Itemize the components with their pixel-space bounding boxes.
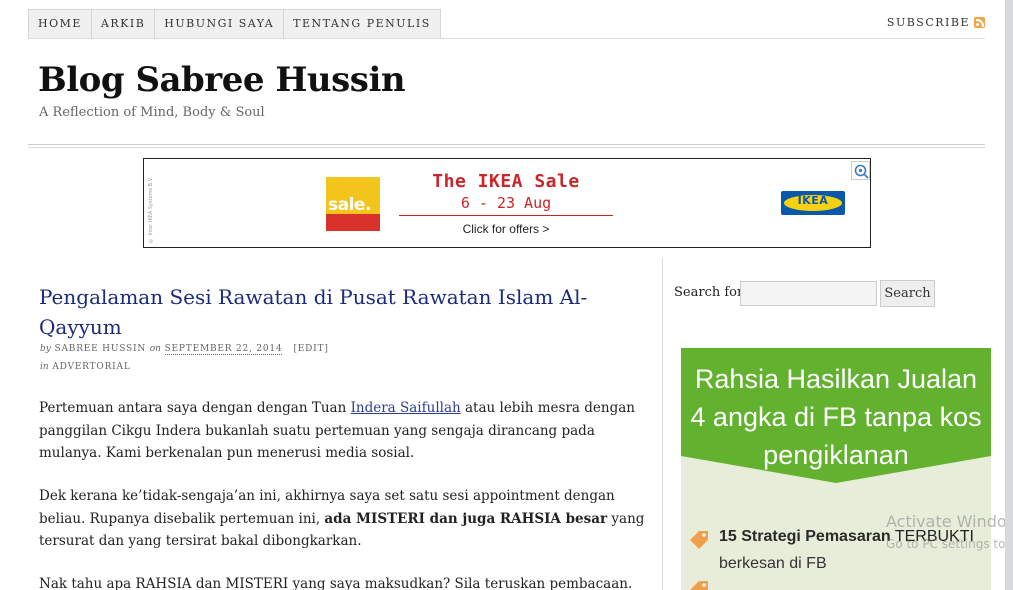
- post-paragraph-1: Pertemuan antara saya dengan dengan Tuan…: [39, 397, 649, 465]
- byline-by: by: [40, 344, 51, 354]
- p1-text-before: Pertemuan antara saya dengan dengan Tuan: [39, 400, 351, 416]
- post-category-line: in Advertorial: [40, 362, 131, 372]
- site-title[interactable]: Blog Sabree Hussin: [38, 60, 406, 100]
- page: HOME ARKIB HUBUNGI SAYA TENTANG PENULIS …: [0, 0, 1005, 590]
- windows-activation-hint: Go to PC settings to activate Windows.: [886, 537, 1005, 551]
- p2-bold-text: ada MISTERI dan juga RAHSIA besar: [324, 510, 608, 527]
- byline-in: in: [40, 362, 49, 372]
- sale-badge-stripe: [326, 214, 380, 231]
- ikea-logo-text: IKEA: [797, 194, 829, 207]
- nav-item-hubungi-saya[interactable]: HUBUNGI SAYA: [155, 10, 285, 38]
- promo-title: Rahsia Hasilkan Jualan 4 angka di FB tan…: [690, 364, 982, 470]
- price-tag-icon: [690, 531, 708, 549]
- edit-link[interactable]: [Edit]: [293, 344, 328, 354]
- nav-item-tentang-penulis[interactable]: TENTANG PENULIS: [284, 10, 440, 38]
- byline-on: on: [149, 344, 161, 354]
- post-byline: by Sabree Hussin on September 22, 2014 […: [40, 344, 329, 355]
- indera-saifullah-link[interactable]: Indera Saifullah: [351, 400, 461, 416]
- post-category-link[interactable]: Advertorial: [52, 362, 130, 372]
- search-label: Search for:: [674, 285, 748, 300]
- promo-item-1-bold: 15 Strategi Pemasaran: [719, 528, 891, 545]
- search-button[interactable]: Search: [880, 280, 935, 307]
- ad-headline: The IKEA Sale: [432, 171, 580, 192]
- site-tagline: A Reflection of Mind, Body & Soul: [39, 105, 265, 120]
- subscribe-link[interactable]: SUBSCRIBE: [887, 16, 985, 29]
- nav-divider: [28, 38, 985, 39]
- post-paragraph-2: Dek kerana ke’tidak-sengaja’an ini, akhi…: [39, 485, 649, 553]
- ad-cta[interactable]: Click for offers >: [399, 222, 613, 236]
- windows-activation-watermark: Activate Windows: [886, 512, 1005, 531]
- nav-item-home[interactable]: HOME: [29, 10, 92, 38]
- post-date: September 22, 2014: [164, 344, 283, 355]
- ikea-banner-ad[interactable]: © Inter IKEA Systems B.V. sale. The IKEA…: [143, 158, 871, 248]
- post-title[interactable]: Pengalaman Sesi Rawatan di Pusat Rawatan…: [39, 282, 599, 342]
- window-right-edge: [1005, 0, 1013, 590]
- post-paragraph-3: Nak tahu apa RAHSIA dan MISTERI yang say…: [39, 576, 633, 590]
- search-input[interactable]: [740, 281, 877, 306]
- ad-dates: 6 - 23 Aug: [460, 194, 552, 212]
- sale-badge-text: sale.: [328, 195, 371, 215]
- post-author-link[interactable]: Sabree Hussin: [55, 344, 147, 354]
- nav-item-arkib[interactable]: ARKIB: [92, 10, 156, 38]
- ikea-logo: IKEA: [781, 191, 845, 215]
- sale-badge: sale.: [326, 177, 380, 231]
- ad-divider: [399, 215, 613, 216]
- header-divider-secondary: [28, 147, 985, 148]
- price-tag-icon-2: [690, 581, 708, 590]
- promo-widget[interactable]: Rahsia Hasilkan Jualan 4 angka di FB tan…: [681, 348, 991, 590]
- header-divider: [28, 144, 985, 145]
- ad-fine-print: © Inter IKEA Systems B.V.: [148, 176, 154, 243]
- promo-item-1-line2: berkesan di FB: [719, 555, 827, 572]
- subscribe-label: SUBSCRIBE: [886, 16, 970, 29]
- top-nav: HOME ARKIB HUBUNGI SAYA TENTANG PENULIS: [28, 9, 441, 39]
- adchoices-icon[interactable]: [851, 161, 870, 180]
- rss-icon: [974, 17, 985, 28]
- content-sidebar-divider: [662, 258, 663, 590]
